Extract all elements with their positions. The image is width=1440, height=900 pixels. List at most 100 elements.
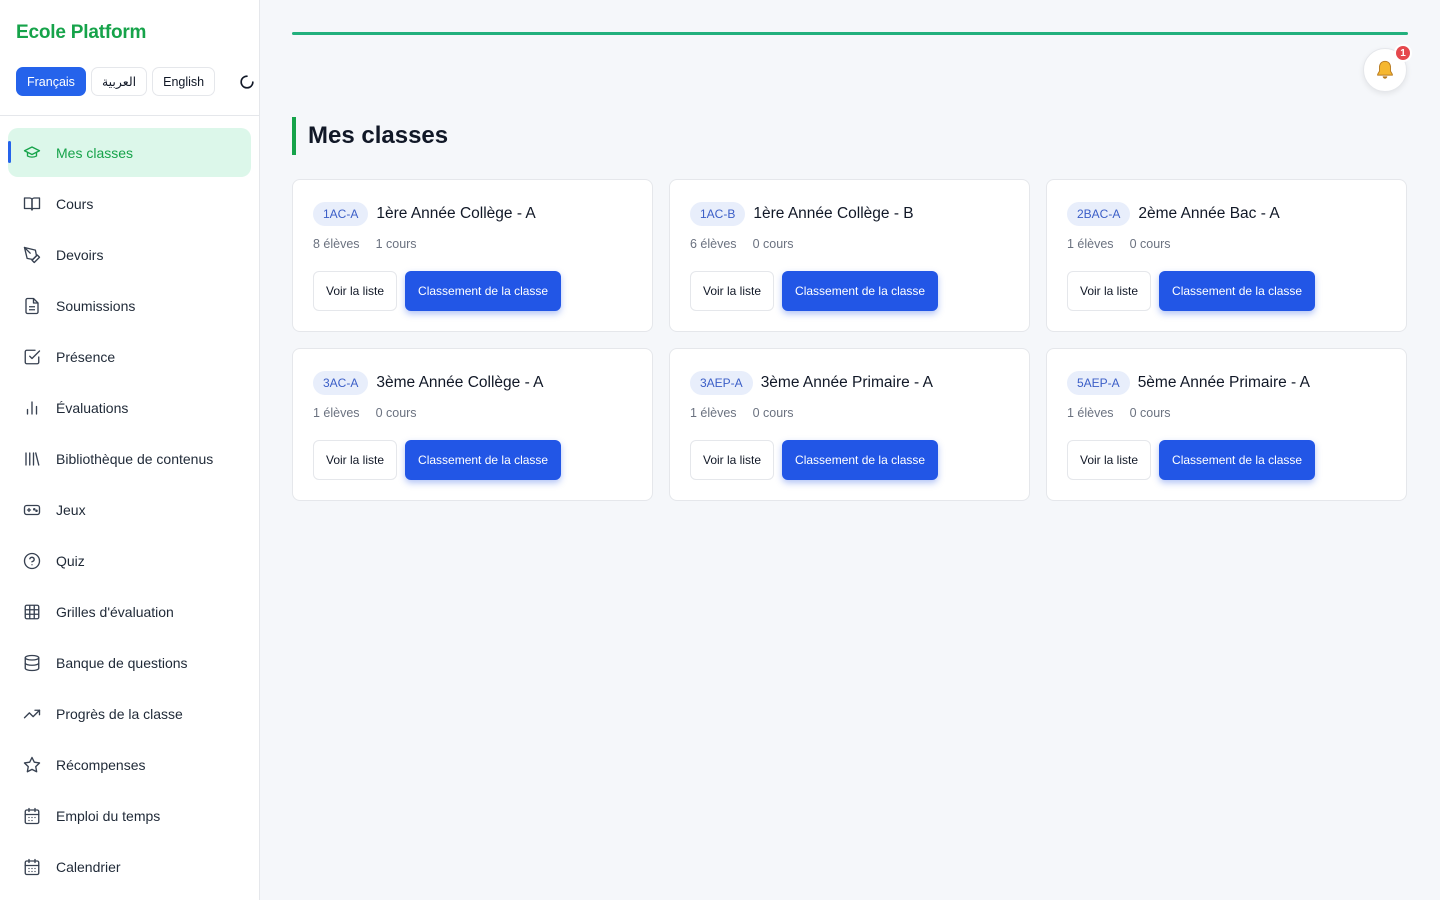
class-ranking-button[interactable]: Classement de la classe [405,440,562,480]
course-count: 0 cours [752,237,794,251]
book-open-icon [22,194,42,214]
sidebar-item-jeux[interactable]: Jeux [8,485,251,534]
sidebar-item-label: Bibliothèque de contenus [56,450,214,467]
sidebar-item-soumissions[interactable]: Soumissions [8,281,251,330]
class-ranking-button[interactable]: Classement de la classe [782,440,939,480]
sidebar-item-cours[interactable]: Cours [8,179,251,228]
trending-up-icon [22,704,42,724]
class-ranking-button[interactable]: Classement de la classe [405,271,562,311]
class-name: 1ère Année Collège - A [376,205,536,222]
sidebar-item-label: Présence [56,348,116,365]
class-code-badge: 3AEP-A [690,371,753,395]
bell-icon [1377,60,1393,79]
sidebar-item-quiz[interactable]: Quiz [8,536,251,585]
class-code-badge: 3AC-A [313,371,369,395]
view-list-button[interactable]: Voir la liste [1067,440,1152,480]
class-ranking-button[interactable]: Classement de la classe [1159,271,1316,311]
brand-logo[interactable]: Ecole Platform [16,22,146,44]
lang-button-fr[interactable]: Français [16,67,86,96]
library-icon [22,449,42,469]
star-icon [22,755,42,775]
check-square-icon [22,347,42,367]
pen-tool-icon [22,245,42,265]
main-content: 1 Mes classes 1AC-A 1ère Année Collège -… [260,0,1440,900]
class-name: 3ème Année Collège - A [376,374,544,391]
class-card: 3AC-A 3ème Année Collège - A 1 élèves 0 … [292,348,653,501]
gamepad-icon [22,500,42,520]
sidebar-item-label: Jeux [56,501,86,518]
grid-table-icon [22,602,42,622]
lang-button-ar[interactable]: العربية [90,67,148,96]
sidebar-item-label: Banque de questions [56,654,188,671]
bar-chart-icon [22,398,42,418]
notifications-button[interactable]: 1 [1363,44,1412,92]
student-count: 1 élèves [690,406,737,420]
student-count: 1 élèves [1067,237,1114,251]
language-switcher: Français العربية English [16,67,256,96]
sidebar-item-label: Devoirs [56,246,104,263]
sidebar-item-label: Emploi du temps [56,807,161,824]
sidebar-item-label: Soumissions [56,297,136,314]
view-list-button[interactable]: Voir la liste [1067,271,1152,311]
course-count: 0 cours [375,406,417,420]
lang-button-en[interactable]: English [152,67,216,96]
course-count: 0 cours [1129,406,1171,420]
view-list-button[interactable]: Voir la liste [690,271,775,311]
class-code-badge: 2BAC-A [1067,202,1131,226]
view-list-button[interactable]: Voir la liste [313,271,398,311]
class-name: 5ème Année Primaire - A [1137,374,1310,391]
sidebar-item-banque[interactable]: Banque de questions [8,638,251,687]
sidebar-item-label: Récompenses [56,756,146,773]
sidebar-item-label: Calendrier [56,858,121,875]
class-card: 5AEP-A 5ème Année Primaire - A 1 élèves … [1046,348,1407,501]
class-ranking-button[interactable]: Classement de la classe [1159,440,1316,480]
help-circle-icon [22,551,42,571]
sidebar-item-mes-classes[interactable]: Mes classes [8,128,251,177]
sidebar-item-grilles[interactable]: Grilles d'évaluation [8,587,251,636]
course-count: 1 cours [375,237,417,251]
sidebar-item-bibliotheque[interactable]: Bibliothèque de contenus [8,434,251,483]
view-list-button[interactable]: Voir la liste [313,440,398,480]
course-count: 0 cours [1129,237,1171,251]
student-count: 1 élèves [313,406,360,420]
student-count: 1 élèves [1067,406,1114,420]
student-count: 8 élèves [313,237,360,251]
class-name: 3ème Année Primaire - A [760,374,933,391]
sidebar-item-label: Quiz [56,552,85,569]
sidebar-item-label: Grilles d'évaluation [56,603,174,620]
class-name: 1ère Année Collège - B [753,205,914,222]
sidebar-item-calendrier[interactable]: Calendrier [8,842,251,891]
sidebar-nav: Mes classes Cours Devoirs Soumissions Pr… [8,128,251,893]
class-code-badge: 1AC-A [313,202,369,226]
calendar-days-icon [22,857,42,877]
class-code-badge: 1AC-B [690,202,746,226]
sidebar: Ecole Platform Français العربية English … [0,0,260,900]
sidebar-divider [0,115,259,116]
student-count: 6 élèves [690,237,737,251]
class-code-badge: 5AEP-A [1067,371,1130,395]
sidebar-item-label: Progrès de la classe [56,705,183,722]
class-name: 2ème Année Bac - A [1138,205,1280,222]
view-list-button[interactable]: Voir la liste [690,440,775,480]
sidebar-item-recompenses[interactable]: Récompenses [8,740,251,789]
class-card: 3AEP-A 3ème Année Primaire - A 1 élèves … [669,348,1030,501]
sidebar-item-devoirs[interactable]: Devoirs [8,230,251,279]
course-count: 0 cours [752,406,794,420]
sidebar-item-presence[interactable]: Présence [8,332,251,381]
sidebar-item-label: Évaluations [56,399,129,416]
sidebar-item-label: Cours [56,195,94,212]
sidebar-item-label: Mes classes [56,144,134,161]
class-card: 2BAC-A 2ème Année Bac - A 1 élèves 0 cou… [1046,179,1407,332]
page-title: Mes classes [292,117,448,155]
class-card: 1AC-A 1ère Année Collège - A 8 élèves 1 … [292,179,653,332]
notification-count-badge: 1 [1394,44,1412,62]
file-text-icon [22,296,42,316]
classes-grid: 1AC-A 1ère Année Collège - A 8 élèves 1 … [292,179,1408,501]
sidebar-item-progres[interactable]: Progrès de la classe [8,689,251,738]
sidebar-item-emploi-du-temps[interactable]: Emploi du temps [8,791,251,840]
class-ranking-button[interactable]: Classement de la classe [782,271,939,311]
sidebar-item-evaluations[interactable]: Évaluations [8,383,251,432]
class-card: 1AC-B 1ère Année Collège - B 6 élèves 0 … [669,179,1030,332]
loading-spinner-icon [240,74,254,89]
calendar-icon [22,806,42,826]
